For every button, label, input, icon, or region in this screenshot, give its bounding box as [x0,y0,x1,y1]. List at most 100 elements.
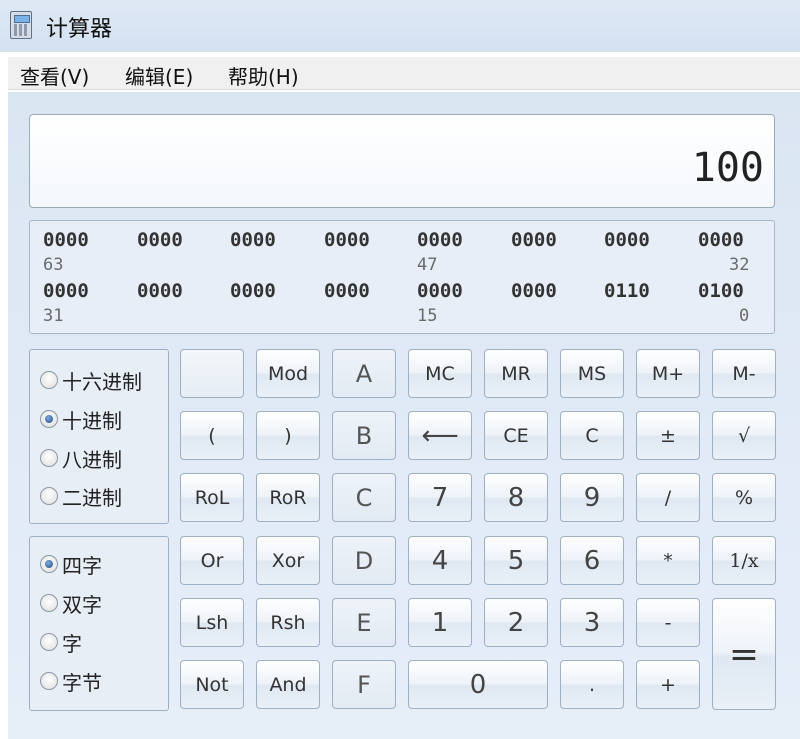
sqrt-button[interactable]: √ [712,411,776,460]
rotate-right-button[interactable]: RoR [256,473,320,522]
menu-edit[interactable]: 编辑(E) [125,61,193,90]
xor-button[interactable]: Xor [256,536,320,585]
bit-group[interactable]: 0100 [698,280,744,302]
bit-group[interactable]: 0110 [604,280,650,302]
bit-group[interactable]: 0000 [511,280,557,302]
bit-position-label: 32 [729,255,750,275]
subtract-button[interactable]: - [636,598,700,647]
radio-button[interactable] [40,371,58,389]
title-bar: 计算器 [0,0,800,52]
menu-help[interactable]: 帮助(H) [228,61,299,90]
radio-dec[interactable]: 十进制 [40,406,122,433]
bit-position-label: 0 [739,306,750,326]
radio-button-selected[interactable] [40,555,58,573]
bit-group[interactable]: 0000 [698,229,744,251]
bit-group[interactable]: 0000 [417,280,463,302]
bit-group[interactable]: 0000 [604,229,650,251]
bit-group[interactable]: 0000 [137,229,183,251]
radio-label: 十进制 [62,408,122,433]
radio-button[interactable] [40,449,58,467]
not-button[interactable]: Not [180,660,244,709]
rotate-left-button[interactable]: RoL [180,473,244,522]
radio-word[interactable]: 字 [40,629,82,656]
radio-button[interactable] [40,672,58,690]
digit-2-button[interactable]: 2 [484,598,548,647]
memory-store-button[interactable]: MS [560,349,624,398]
reciprocal-button[interactable]: 1/x [712,536,776,585]
bit-group[interactable]: 0000 [511,229,557,251]
and-button[interactable]: And [256,660,320,709]
radio-label: 十六进制 [62,369,142,394]
left-shift-button[interactable]: Lsh [180,598,244,647]
multiply-button[interactable]: * [636,536,700,585]
radio-byte[interactable]: 字节 [40,668,102,695]
menu-view[interactable]: 查看(V) [20,61,89,90]
equals-button[interactable]: = [712,598,776,710]
display-value: 100 [691,145,764,191]
bit-group[interactable]: 0000 [230,229,276,251]
hex-a-button[interactable]: A [332,349,396,398]
radio-label: 二进制 [62,485,122,510]
open-paren-button[interactable]: ( [180,411,244,460]
mod-button[interactable]: Mod [256,349,320,398]
bit-group[interactable]: 0000 [324,280,370,302]
digit-3-button[interactable]: 3 [560,598,624,647]
radio-label: 双字 [62,592,102,617]
negate-button[interactable]: ± [636,411,700,460]
radio-button-selected[interactable] [40,410,58,428]
decimal-point-button[interactable]: . [560,660,624,709]
bit-position-label: 63 [43,255,64,275]
radio-label: 八进制 [62,447,122,472]
digit-6-button[interactable]: 6 [560,536,624,585]
word-size-panel: 四字 双字 字 字节 [29,536,169,711]
bit-position-label: 15 [417,306,438,326]
right-shift-button[interactable]: Rsh [256,598,320,647]
hex-c-button[interactable]: C [332,473,396,522]
menu-bar: 查看(V) 编辑(E) 帮助(H) [8,57,800,90]
radio-label: 字 [62,631,82,656]
bit-group[interactable]: 0000 [43,280,89,302]
radio-button[interactable] [40,487,58,505]
hex-f-button[interactable]: F [332,660,396,709]
hex-e-button[interactable]: E [332,598,396,647]
memory-clear-button[interactable]: MC [408,349,472,398]
radix-panel: 十六进制 十进制 八进制 二进制 [29,349,169,524]
close-paren-button[interactable]: ) [256,411,320,460]
digit-9-button[interactable]: 9 [560,473,624,522]
radio-button[interactable] [40,633,58,651]
radio-dword[interactable]: 双字 [40,590,102,617]
radio-label: 字节 [62,670,102,695]
bit-position-label: 47 [417,255,438,275]
bit-group[interactable]: 0000 [43,229,89,251]
digit-4-button[interactable]: 4 [408,536,472,585]
radio-hex[interactable]: 十六进制 [40,367,142,394]
backspace-button[interactable]: ⟵ [408,411,472,460]
memory-add-button[interactable]: M+ [636,349,700,398]
bit-group[interactable]: 0000 [417,229,463,251]
bit-group[interactable]: 0000 [137,280,183,302]
bit-group[interactable]: 0000 [324,229,370,251]
radio-button[interactable] [40,594,58,612]
digit-0-button[interactable]: 0 [408,660,548,709]
percent-button[interactable]: % [712,473,776,522]
blank-button [180,349,244,398]
digit-1-button[interactable]: 1 [408,598,472,647]
divide-button[interactable]: / [636,473,700,522]
clear-entry-button[interactable]: CE [484,411,548,460]
digit-8-button[interactable]: 8 [484,473,548,522]
bit-position-label: 31 [43,306,64,326]
radio-label: 四字 [62,553,102,578]
radio-qword[interactable]: 四字 [40,551,102,578]
hex-d-button[interactable]: D [332,536,396,585]
add-button[interactable]: + [636,660,700,709]
radio-oct[interactable]: 八进制 [40,445,122,472]
bit-group[interactable]: 0000 [230,280,276,302]
digit-7-button[interactable]: 7 [408,473,472,522]
radio-bin[interactable]: 二进制 [40,483,122,510]
clear-button[interactable]: C [560,411,624,460]
hex-b-button[interactable]: B [332,411,396,460]
memory-subtract-button[interactable]: M- [712,349,776,398]
memory-recall-button[interactable]: MR [484,349,548,398]
digit-5-button[interactable]: 5 [484,536,548,585]
or-button[interactable]: Or [180,536,244,585]
